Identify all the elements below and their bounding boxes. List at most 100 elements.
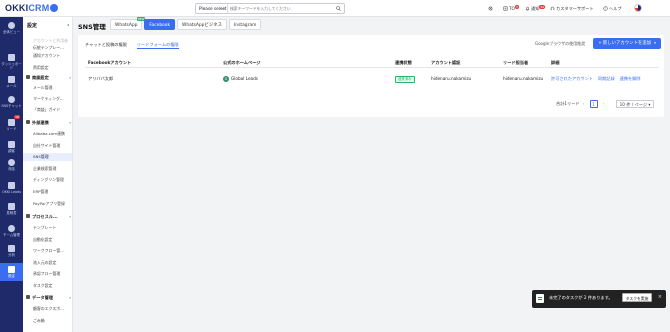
todo-button[interactable]: TO3: [503, 4, 519, 13]
page-1-button[interactable]: 1: [589, 99, 598, 108]
sidebar-group[interactable]: 外部連携 ▾: [26, 119, 72, 127]
tab-facebook[interactable]: Facebook: [144, 19, 176, 30]
sidebar-item[interactable]: Alibaba.com連携: [23, 130, 72, 138]
clipboard-icon: [536, 294, 544, 303]
sidebar-item[interactable]: PayPalアプリ登録: [23, 200, 72, 208]
sub-tab[interactable]: リードフォームの権限: [136, 40, 179, 49]
sidebar-item[interactable]: ごみ箱: [23, 317, 72, 325]
sidebar-group[interactable]: データ管理 ▾: [26, 294, 72, 302]
rail-item-sns[interactable]: SNSチャット: [0, 93, 23, 111]
rail-item-customers[interactable]: 顧客: [0, 138, 23, 156]
okki-crm-logo[interactable]: OKKICRM: [5, 3, 59, 13]
sidebar-group-label: データ管理: [32, 295, 53, 300]
content-card: チャットと投稿の権限 リードフォームの権限 Googleブラウザの使用推奨 +新し…: [78, 35, 664, 117]
sidebar-group[interactable]: 商談設定 ▾: [26, 74, 72, 82]
rail-item-mail[interactable]: メール: [0, 73, 23, 91]
customer-support-button[interactable]: カスタマーサポート: [550, 4, 594, 13]
rail-item-analysis[interactable]: 分析: [0, 242, 23, 260]
sidebar-item[interactable]: 通知アカウント: [23, 52, 72, 60]
rail-label-docs: 見積書: [6, 211, 17, 215]
chevron-down-icon: ▾: [654, 41, 656, 45]
sidebar-collapse-icon[interactable]: ◂: [67, 22, 69, 27]
add-account-button[interactable]: +新しいアカウントを追加 ▾: [593, 38, 661, 49]
sidebar-item[interactable]: ワークフロー管...: [23, 247, 72, 255]
search-input[interactable]: [230, 4, 330, 13]
rail-label-sns: SNSチャット: [1, 104, 22, 108]
help-button[interactable]: ? ヘルプ: [603, 4, 622, 13]
customer-support-label: カスタマーサポート: [556, 6, 594, 11]
platform-tabs: WhatsApp NEW Facebook WhatsAppビジネス Instagram: [110, 17, 263, 31]
search-scope-select[interactable]: Please select: [196, 4, 228, 13]
sub-tab[interactable]: チャットと投稿の権限: [85, 40, 127, 49]
headset-icon: [550, 6, 555, 10]
action-link[interactable]: 同期記録: [598, 76, 615, 81]
group-icon: [26, 214, 30, 218]
sidebar-item[interactable]: ERP管理: [23, 188, 72, 196]
rail-label-leads: リード: [6, 127, 17, 131]
notice-button[interactable]: 通知99: [525, 4, 546, 13]
tab-whatsappビジネス[interactable]: WhatsAppビジネス: [177, 19, 228, 30]
tab-instagram[interactable]: Instagram: [229, 19, 262, 30]
logo-mark-icon: [50, 4, 59, 12]
sidebar-item[interactable]: 流入元の設定: [23, 259, 72, 267]
tab-whatsapp[interactable]: WhatsApp NEW: [110, 17, 146, 30]
page-size-label: 10 件 / ページ: [619, 101, 648, 107]
rail-label-customers: 顧客: [8, 149, 15, 153]
task-toast: 未完了のタスクが 2 件あります。 タスクを実施 ×: [532, 290, 666, 308]
sidebar-item[interactable]: タスク設定: [23, 282, 72, 290]
action-link[interactable]: 許可されたアカウント: [551, 76, 593, 81]
column-header: 詳細: [551, 60, 560, 65]
sidebar-item[interactable]: 費用設定: [23, 64, 72, 72]
close-icon[interactable]: ×: [658, 294, 662, 300]
sidebar-item[interactable]: 伝統テンプレー...: [23, 44, 72, 52]
logo-text-crm: CRM: [28, 3, 50, 13]
sidebar-item[interactable]: 顧客のエクスポ...: [23, 305, 72, 313]
sidebar-item[interactable]: テンプレート: [23, 224, 72, 232]
group-icon: [26, 120, 30, 124]
rail-item-team[interactable]: チーム管理: [0, 222, 23, 240]
sub-tabs: チャットと投稿の権限 リードフォームの権限: [85, 40, 189, 49]
rail-item-leads[interactable]: リード 16: [0, 115, 23, 134]
sidebar-group[interactable]: プロセスル... ▾: [26, 213, 72, 221]
help-icon: ?: [603, 6, 608, 11]
rail-label-team: チーム管理: [3, 233, 20, 237]
user-avatar[interactable]: [634, 4, 642, 12]
homepage-cell[interactable]: G Global Leads: [223, 72, 258, 86]
pagination: 合計1リード ‹ 1 › 10 件 / ページ ▾: [556, 99, 655, 108]
sidebar-item[interactable]: SNS管理: [23, 153, 72, 161]
notice-label: 通知: [531, 6, 540, 11]
column-header: 公式のホームページ: [223, 60, 261, 65]
chevron-down-icon: ▾: [69, 215, 71, 219]
docs-icon: [8, 203, 15, 210]
sidebar-item[interactable]: 自動化設定: [23, 236, 72, 244]
rail-item-home[interactable]: 全体ビュー: [0, 19, 23, 37]
status-badge: 連携済み: [395, 76, 415, 83]
sidebar-group-label: プロセスル...: [32, 214, 58, 219]
sidebar-item[interactable]: マーケティング...: [23, 95, 72, 103]
rail-label-mail: メール: [6, 84, 17, 88]
search-icon[interactable]: [336, 6, 341, 11]
action-link[interactable]: 連携を解除: [620, 76, 641, 81]
plus-icon: +: [598, 41, 602, 46]
rail-item-docs[interactable]: 見積書: [0, 200, 23, 218]
rail-item-settings[interactable]: 設定: [0, 263, 23, 281]
next-page-icon[interactable]: ›: [600, 101, 608, 106]
rail-item-dashboard[interactable]: ダッシュボード: [0, 51, 23, 70]
sidebar-item[interactable]: 企業検索管理: [23, 165, 72, 173]
sidebar-item[interactable]: 「商談」ガイド: [23, 106, 72, 114]
rail-item-okki-leads[interactable]: OKKI Leads: [0, 179, 23, 197]
column-header: リード担当者: [503, 60, 529, 65]
run-task-button[interactable]: タスクを実施: [622, 293, 652, 302]
rail-item-opportunity[interactable]: 商談: [0, 156, 23, 174]
sidebar-item[interactable]: メール管理: [23, 84, 72, 92]
page-size-select[interactable]: 10 件 / ページ ▾: [615, 99, 655, 108]
settings-sidebar: 設定 ◂ アカウントと利用者 伝統テンプレー... 通知アカウント 費用設定 商談設定 ▾…: [23, 17, 73, 332]
opportunity-icon: [8, 159, 15, 166]
sidebar-item[interactable]: 承認フロー管理: [23, 270, 72, 278]
settings-gear-button[interactable]: [488, 4, 494, 13]
sidebar-item[interactable]: 自社サイト管理: [23, 142, 72, 150]
prev-page-icon[interactable]: ‹: [580, 101, 588, 106]
sidebar-item[interactable]: ディングリン管理: [23, 176, 72, 184]
add-account-label: 新しいアカウントを追加: [602, 41, 652, 46]
tab-label: Instagram: [234, 23, 257, 28]
